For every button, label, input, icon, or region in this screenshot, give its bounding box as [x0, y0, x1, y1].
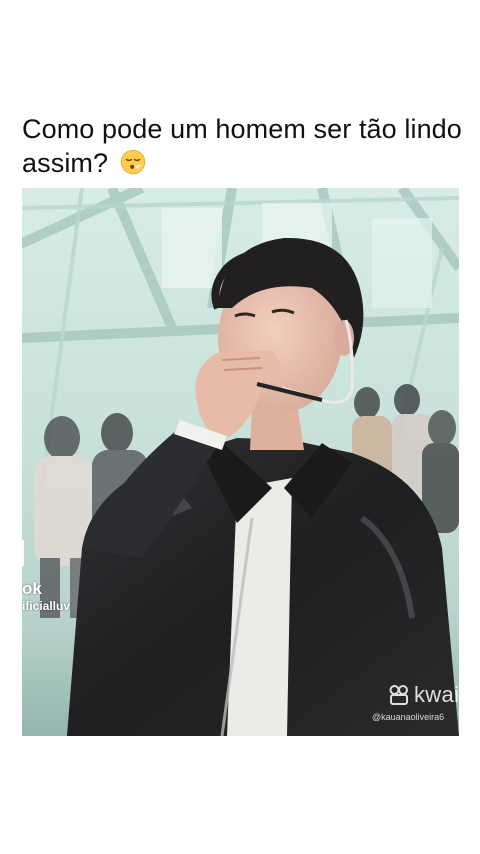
- post-page: Como pode um homem ser tão lindo assim?: [0, 0, 480, 854]
- caption-text: Como pode um homem ser tão lindo assim?: [22, 114, 462, 178]
- tiktok-handle: ificialluv: [22, 599, 71, 613]
- kwai-watermark: kwai: [388, 682, 459, 708]
- video-player[interactable]: ok ificialluv kwai @kauanaoliveira6: [22, 188, 459, 736]
- face-exhaling-emoji-icon: [120, 149, 145, 175]
- kwai-brand: kwai: [414, 682, 459, 707]
- tiktok-logo-icon: [22, 540, 24, 566]
- kwai-logo-icon: [389, 685, 408, 705]
- tiktok-brand: ok: [22, 579, 42, 598]
- post-caption: Como pode um homem ser tão lindo assim?: [22, 112, 462, 180]
- video-frame: [22, 188, 459, 736]
- kwai-handle: @kauanaoliveira6: [372, 712, 445, 722]
